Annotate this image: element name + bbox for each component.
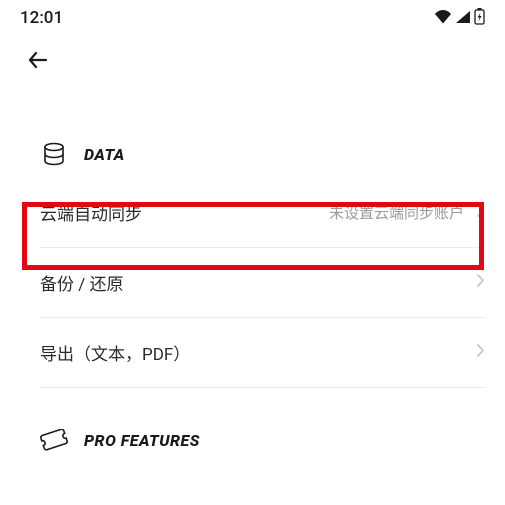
status-icons xyxy=(434,8,485,29)
list-item-label: 云端自动同步 xyxy=(40,200,142,225)
chevron-right-icon xyxy=(476,203,485,222)
section-header-pro: PRO FEATURES xyxy=(0,418,505,464)
back-button[interactable] xyxy=(24,46,52,74)
divider xyxy=(40,387,485,388)
toolbar xyxy=(0,32,505,86)
database-icon xyxy=(40,140,68,168)
list-item-label: 备份 / 还原 xyxy=(40,270,123,295)
section-pro: PRO FEATURES xyxy=(0,418,505,464)
status-time: 12:01 xyxy=(20,8,63,28)
section-header-data: DATA xyxy=(0,132,505,178)
wifi-icon xyxy=(434,9,452,28)
battery-icon xyxy=(474,8,485,29)
list-item-value: 未设置云端同步账户 xyxy=(329,202,464,223)
arrow-left-icon xyxy=(26,48,50,72)
status-bar: 12:01 xyxy=(0,0,505,32)
list-item-export[interactable]: 导出（文本，PDF） xyxy=(0,318,505,387)
section-data: DATA 云端自动同步 未设置云端同步账户 备份 / 还原 导出（文本，PDF） xyxy=(0,132,505,388)
section-title: PRO FEATURES xyxy=(84,431,200,450)
section-title: DATA xyxy=(84,145,125,164)
cell-signal-icon xyxy=(455,9,471,28)
chevron-right-icon xyxy=(476,273,485,292)
list-item-label: 导出（文本，PDF） xyxy=(40,340,190,365)
chevron-right-icon xyxy=(476,343,485,362)
list-item-backup-restore[interactable]: 备份 / 还原 xyxy=(0,248,505,317)
list-item-cloud-sync[interactable]: 云端自动同步 未设置云端同步账户 xyxy=(0,178,505,247)
ticket-icon xyxy=(40,426,68,454)
